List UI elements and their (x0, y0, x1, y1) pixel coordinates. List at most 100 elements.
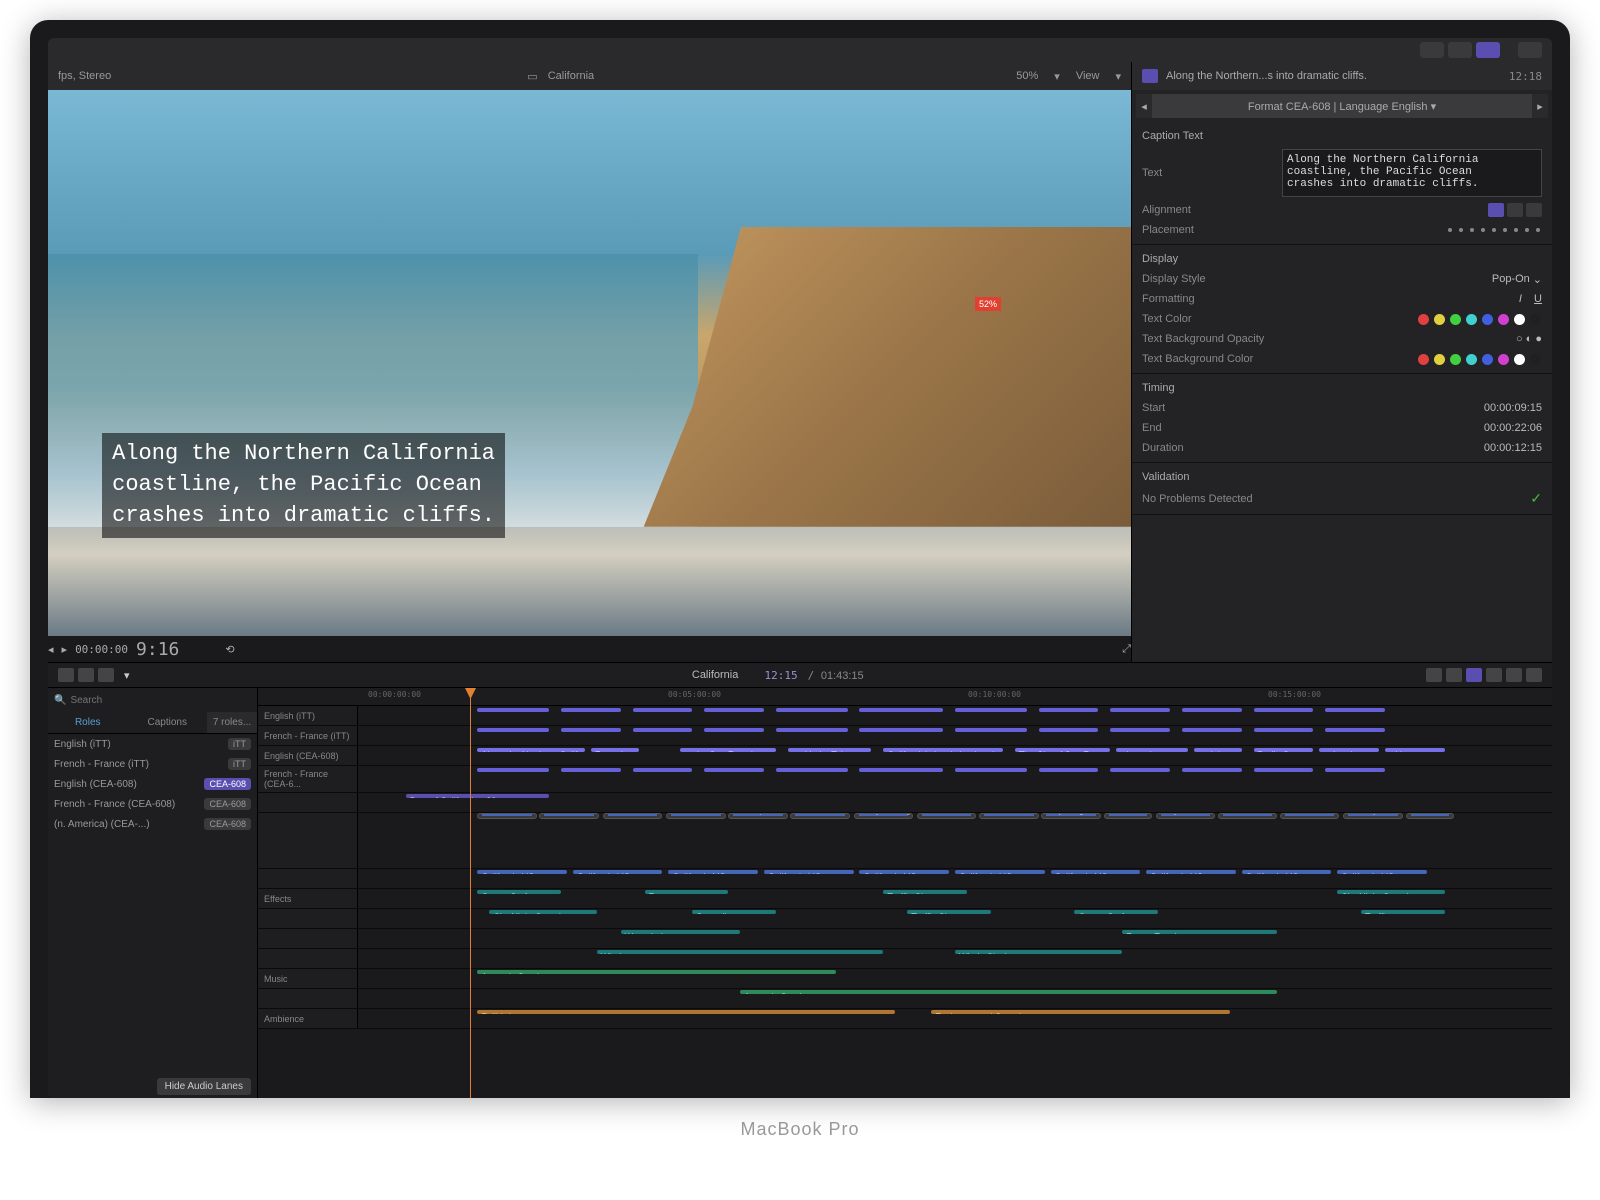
timeline-clip[interactable] (859, 728, 943, 732)
color-swatch[interactable] (1514, 354, 1525, 365)
timeline-clip[interactable] (955, 768, 1027, 772)
timeline-clip[interactable]: City Night Crowd (1337, 890, 1444, 894)
tool-dropdown[interactable]: ▾ (124, 669, 130, 682)
timeline-clip[interactable]: Island Su... (477, 813, 537, 819)
timeline-clip[interactable] (1254, 708, 1314, 712)
timeline-clip[interactable]: Traffic (1361, 910, 1445, 914)
solo-button[interactable] (1466, 668, 1482, 682)
timeline-clip[interactable]: Along the Northern California co... (477, 748, 584, 752)
timeline-clip[interactable]: Bodie Stat... (1254, 748, 1314, 752)
timeline-clip[interactable]: Bay Bridge S... (1041, 813, 1101, 819)
timeline-clip[interactable] (561, 728, 621, 732)
media-button[interactable] (78, 668, 94, 682)
timeline-clip[interactable] (955, 728, 1027, 732)
timeline-clip[interactable]: Traffic City (883, 890, 967, 894)
timeline-clip[interactable]: Ocean Surf (477, 890, 561, 894)
timeline-clip[interactable]: Lake Tahoe (790, 813, 850, 819)
duration-value[interactable]: 00:00:12:15 (1282, 442, 1542, 454)
timeline-clip[interactable]: Acoustic Sunrise (477, 970, 835, 974)
timeline-clip[interactable]: Mojave Desert (1156, 813, 1216, 819)
timeline-clip[interactable] (1325, 708, 1385, 712)
track-header[interactable]: Ambience (258, 1009, 358, 1028)
timeline-clip[interactable] (859, 768, 943, 772)
bg-color-swatches[interactable] (1282, 354, 1542, 365)
fullscreen-button[interactable]: ⤢ (1122, 643, 1131, 656)
timeline-clip[interactable] (704, 768, 764, 772)
timeline-clip[interactable]: The City of San Fran... (1015, 748, 1111, 752)
track-header[interactable]: English (iTT) (258, 706, 358, 725)
text-color-swatches[interactable] (1282, 314, 1542, 325)
caption-role-row[interactable]: French - France (iTT)iTT (48, 754, 257, 774)
timeline-clip[interactable] (477, 728, 549, 732)
align-left-button[interactable] (1488, 203, 1504, 217)
timeline-clip[interactable] (633, 768, 693, 772)
timeline-clip[interactable] (704, 728, 764, 732)
timeline-clip[interactable]: Coit To... (1104, 813, 1152, 819)
track-header[interactable] (258, 929, 358, 948)
snapping-button[interactable] (1486, 668, 1502, 682)
audio-clip[interactable]: California VO (955, 870, 1045, 874)
caption-role-row[interactable]: English (iTT)iTT (48, 734, 257, 754)
track-header[interactable] (258, 909, 358, 928)
timeline-clip[interactable]: and th... (1194, 748, 1242, 752)
timeline-clip[interactable] (477, 768, 549, 772)
timeline-clip[interactable]: GGB... (1406, 813, 1454, 819)
timeline-clip[interactable] (1182, 708, 1242, 712)
audio-clip[interactable]: California VO (1146, 870, 1236, 874)
skimming-button[interactable] (1426, 668, 1442, 682)
color-swatch[interactable] (1450, 314, 1461, 325)
timeline-clip[interactable]: Ocean Surf (1074, 910, 1158, 914)
timeline-clip[interactable]: Traffic City (907, 910, 991, 914)
timeline-clip[interactable]: Timelapse (728, 813, 788, 819)
viewer-caption-overlay[interactable]: Along the Northern California coastline,… (102, 433, 505, 537)
color-swatch[interactable] (1514, 314, 1525, 325)
color-swatch[interactable] (1498, 314, 1509, 325)
align-right-button[interactable] (1526, 203, 1542, 217)
track-header[interactable]: French - France (CEA-6... (258, 766, 358, 792)
timeline-clip[interactable] (704, 708, 764, 712)
index-button[interactable] (58, 668, 74, 682)
timeline-clip[interactable]: From th... (591, 748, 639, 752)
audio-clip[interactable]: California VO (573, 870, 663, 874)
timeline-clip[interactable] (561, 768, 621, 772)
tab-captions[interactable]: Captions (128, 712, 208, 733)
timeline-clip[interactable]: to Lomba... (1319, 748, 1379, 752)
playhead[interactable] (470, 688, 471, 1098)
timeline-clip[interactable]: Seagulls (692, 910, 776, 914)
timeline-clip[interactable]: Golden... (666, 813, 726, 819)
audio-clip[interactable]: California VO (668, 870, 758, 874)
timeline-clip[interactable]: City Night Crowd (489, 910, 596, 914)
trim-button[interactable] (98, 668, 114, 682)
underline-button[interactable]: U (1534, 293, 1542, 305)
format-display[interactable]: Format CEA-608 | Language English ▾ (1158, 100, 1526, 113)
timeline-clip[interactable] (1182, 728, 1242, 732)
timeline-clip[interactable] (633, 728, 693, 732)
timeline-clip[interactable] (1039, 768, 1099, 772)
timeline-clip[interactable] (776, 728, 848, 732)
display-style-dropdown[interactable]: Pop-On ⌄ (1282, 273, 1542, 286)
color-swatch[interactable] (1418, 354, 1429, 365)
chevron-down-icon[interactable]: ▾ (1054, 70, 1060, 83)
timeline-clip[interactable]: Forest (645, 890, 729, 894)
timeline-clip[interactable]: where the... (1116, 748, 1188, 752)
timeline-clip[interactable] (1325, 728, 1385, 732)
audio-clip[interactable]: California VO (1337, 870, 1427, 874)
track-header[interactable] (258, 989, 358, 1008)
timeline-clip[interactable]: Environmental Sound (931, 1010, 1230, 1014)
fullscreen-timeline-button[interactable] (1526, 668, 1542, 682)
timeline-clip[interactable] (1254, 768, 1314, 772)
color-swatch[interactable] (1418, 314, 1429, 325)
color-swatch[interactable] (1482, 354, 1493, 365)
timeline-clip[interactable]: Above San Fra... (979, 813, 1039, 819)
timeline-clip[interactable]: Redwoods (539, 813, 599, 819)
align-center-button[interactable] (1507, 203, 1523, 217)
tab-roles[interactable]: Roles (48, 712, 128, 733)
timeline-clip[interactable] (776, 768, 848, 772)
search-input[interactable] (70, 695, 251, 706)
color-swatch[interactable] (1482, 314, 1493, 325)
track-header[interactable]: Effects (258, 889, 358, 908)
timeline-clip[interactable]: Lombard... (1280, 813, 1340, 819)
timeline-clip[interactable] (955, 708, 1027, 712)
timeline-clip[interactable]: Palace of Fine... (917, 813, 977, 819)
timeline-clip[interactable] (1325, 768, 1385, 772)
